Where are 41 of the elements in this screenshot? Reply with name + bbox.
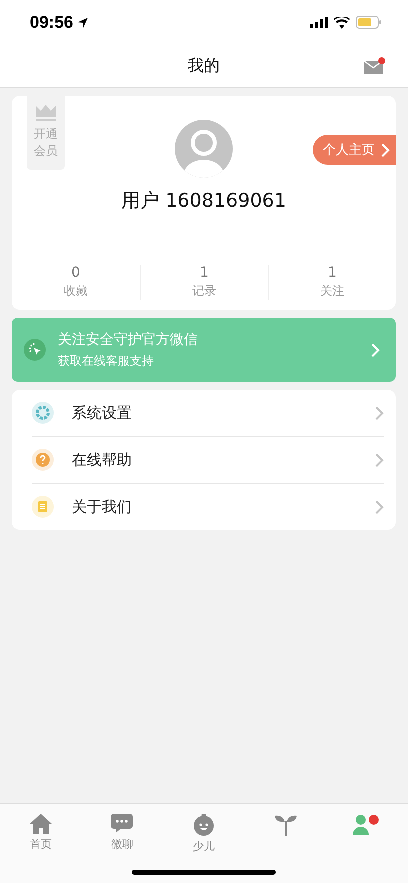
chevron-right-icon <box>375 406 384 420</box>
stat-label[interactable]: 关注 <box>320 283 344 300</box>
gear-icon <box>32 402 54 424</box>
crown-icon <box>36 104 56 122</box>
page-title: 我的 <box>188 56 220 76</box>
chevron-right-icon <box>381 142 390 158</box>
vip-badge[interactable]: 开通会员 <box>27 96 65 170</box>
document-icon <box>32 496 54 518</box>
home-icon <box>30 814 52 834</box>
homepage-button[interactable]: 个人主页 <box>313 135 396 165</box>
stat-value[interactable]: 1 <box>328 265 337 281</box>
stat-value[interactable]: 1 <box>200 265 209 281</box>
banner-title: 关注安全守护官方微信 <box>58 330 199 348</box>
question-icon <box>32 449 54 471</box>
tab[interactable]: 少儿 <box>163 814 245 854</box>
wechat-banner[interactable]: 关注安全守护官方微信 获取在线客服支持 <box>12 318 396 382</box>
battery-icon <box>356 16 382 29</box>
vip-label: 开通会员 <box>34 126 58 160</box>
chat-bubble-icon <box>111 814 134 834</box>
tab[interactable]: 首页 <box>0 814 82 854</box>
cursor-click-icon <box>24 339 46 361</box>
menu-item[interactable]: 关于我们 <box>32 483 384 530</box>
chevron-right-icon <box>371 342 380 358</box>
profile-people-icon <box>353 814 382 836</box>
menu-item[interactable]: 在线帮助 <box>32 436 384 483</box>
location-arrow-icon <box>77 16 90 28</box>
stat-value[interactable]: 0 <box>72 265 80 281</box>
stat-label[interactable]: 记录 <box>192 283 216 300</box>
mail-icon[interactable] <box>364 57 386 75</box>
signal-icon <box>310 17 328 28</box>
child-face-icon <box>192 814 215 836</box>
banner-subtitle: 获取在线客服支持 <box>58 352 155 370</box>
menu-item[interactable]: 系统设置 <box>32 390 384 436</box>
status-time: 09:56 <box>30 12 74 32</box>
stat-label[interactable]: 收藏 <box>64 283 88 300</box>
wifi-icon <box>334 16 350 28</box>
chevron-right-icon <box>375 452 384 468</box>
tab[interactable]: 微聊 <box>82 814 164 854</box>
sprout-icon <box>274 814 297 836</box>
username: 用户 1608169061 <box>122 189 286 214</box>
chevron-right-icon <box>375 500 384 514</box>
